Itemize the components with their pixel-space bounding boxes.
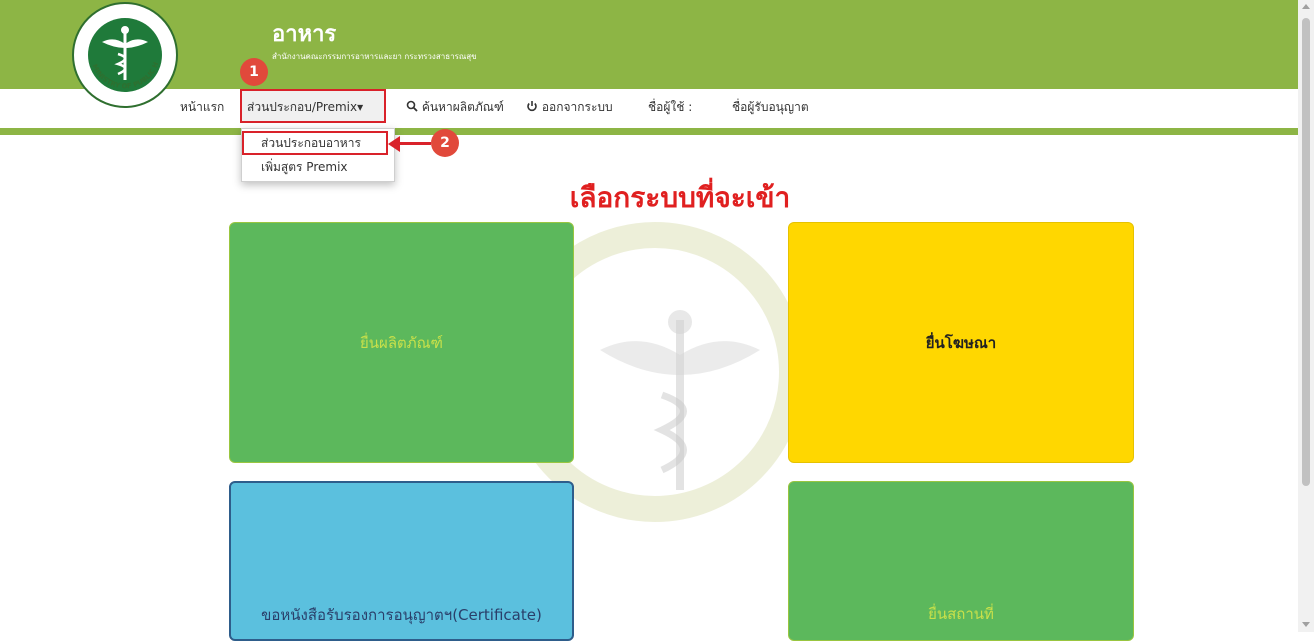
- dropdown-item-add-premix[interactable]: เพิ่มสูตร Premix: [242, 156, 394, 178]
- nav-search-link[interactable]: ค้นหาผลิตภัณฑ์: [406, 99, 504, 115]
- nav-username: ชื่อผู้ใช้ :: [648, 100, 693, 114]
- tile-request-certificate[interactable]: ขอหนังสือรับรองการอนุญาตฯ(Certificate): [229, 481, 574, 641]
- step-2-arrow-line: [395, 142, 431, 145]
- app-title: อาหาร: [272, 22, 337, 47]
- page-heading: เลือกระบบที่จะเข้า: [569, 181, 791, 214]
- nav-ingredients-dropdown[interactable]: ส่วนประกอบ/Premix▾: [247, 99, 363, 115]
- logo-ring-text: MINISTRY OF PUBLIC HEALTH: [74, 4, 160, 90]
- nav-search-label: ค้นหาผลิตภัณฑ์: [421, 100, 504, 114]
- nav-logout-link[interactable]: ออกจากระบบ: [526, 99, 613, 115]
- app-subtitle: สำนักงานคณะกรรมการอาหารและยา กระทรวงสาธา…: [272, 52, 477, 61]
- tile-submit-advert-label: ยื่นโฆษณา: [925, 333, 997, 352]
- ministry-logo[interactable]: MINISTRY OF PUBLIC HEALTH: [72, 2, 178, 108]
- tile-submit-product-label: ยื่นผลิตภัณฑ์: [359, 333, 444, 352]
- nav-logout-label: ออกจากระบบ: [541, 100, 613, 114]
- nav-home-link[interactable]: หน้าแรก: [180, 99, 224, 115]
- tile-request-certificate-label: ขอหนังสือรับรองการอนุญาตฯ(Certificate): [261, 606, 542, 624]
- power-icon: [527, 101, 537, 112]
- tile-submit-advert[interactable]: ยื่นโฆษณา: [788, 222, 1134, 463]
- site-header: [0, 0, 1298, 89]
- tile-submit-premises[interactable]: ยื่นสถานที่: [788, 481, 1134, 641]
- tile-submit-premises-label: ยื่นสถานที่: [928, 605, 994, 623]
- step-1-badge: 1: [240, 58, 268, 86]
- svg-text:MINISTRY OF PUBLIC HEALTH: MINISTRY OF PUBLIC HEALTH: [74, 4, 160, 90]
- watermark-caduceus-icon: [600, 310, 760, 490]
- arrow-left-icon: [388, 136, 400, 152]
- step-2-badge: 2: [431, 129, 459, 157]
- scrollbar-thumb[interactable]: [1302, 18, 1310, 486]
- scroll-down-icon[interactable]: [1302, 622, 1310, 627]
- nav-licensee: ชื่อผู้รับอนุญาต: [732, 100, 809, 114]
- dropdown-item-highlight: [242, 131, 388, 155]
- scroll-up-icon[interactable]: [1302, 4, 1310, 9]
- search-icon: [406, 100, 418, 112]
- nav-bottom-bar: [0, 128, 1298, 135]
- tile-submit-product[interactable]: ยื่นผลิตภัณฑ์: [229, 222, 574, 463]
